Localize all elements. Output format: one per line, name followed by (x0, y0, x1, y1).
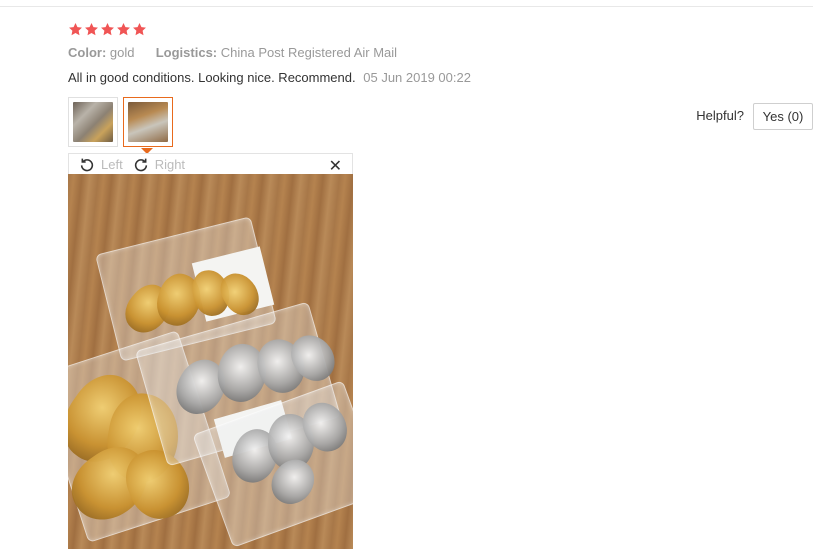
review-body: All in good conditions. Looking nice. Re… (68, 70, 471, 85)
rotate-left-label: Left (101, 156, 123, 172)
image-viewer-toolbar: Left Right ✕ (68, 153, 353, 176)
star-icon (68, 22, 83, 37)
image-viewer: Left Right ✕ (68, 153, 353, 549)
attribute-key-logistics: Logistics: (155, 45, 218, 60)
star-icon (84, 22, 99, 37)
review-thumbnail-selected[interactable] (123, 97, 173, 154)
attribute-value-color: gold (109, 45, 135, 60)
star-icon (100, 22, 115, 37)
divider (0, 6, 813, 7)
star-rating (68, 22, 147, 37)
attribute-key-color: Color: (68, 45, 107, 60)
rotate-right-icon (133, 156, 149, 172)
review-date: 05 Jun 2019 00:22 (363, 70, 471, 85)
rotate-right-label: Right (154, 156, 186, 172)
review-thumbnails (68, 97, 173, 154)
thumbnail-image (73, 102, 113, 142)
review-thumbnail[interactable] (68, 97, 118, 147)
attribute-value-logistics: China Post Registered Air Mail (220, 45, 398, 60)
close-icon[interactable]: ✕ (329, 156, 342, 176)
rotate-right-button[interactable]: Right (133, 156, 185, 172)
star-icon (132, 22, 147, 37)
star-icon (116, 22, 131, 37)
review-attributes: Color: gold Logistics: China Post Regist… (68, 45, 397, 60)
helpful-label: Helpful? (696, 108, 744, 123)
review-photo (68, 174, 353, 549)
rotate-left-icon (79, 156, 95, 172)
thumbnail-image (128, 102, 168, 142)
review-text: All in good conditions. Looking nice. Re… (68, 70, 356, 85)
helpful-yes-button[interactable]: Yes (0) (753, 103, 813, 130)
rotate-left-button[interactable]: Left (79, 156, 123, 172)
